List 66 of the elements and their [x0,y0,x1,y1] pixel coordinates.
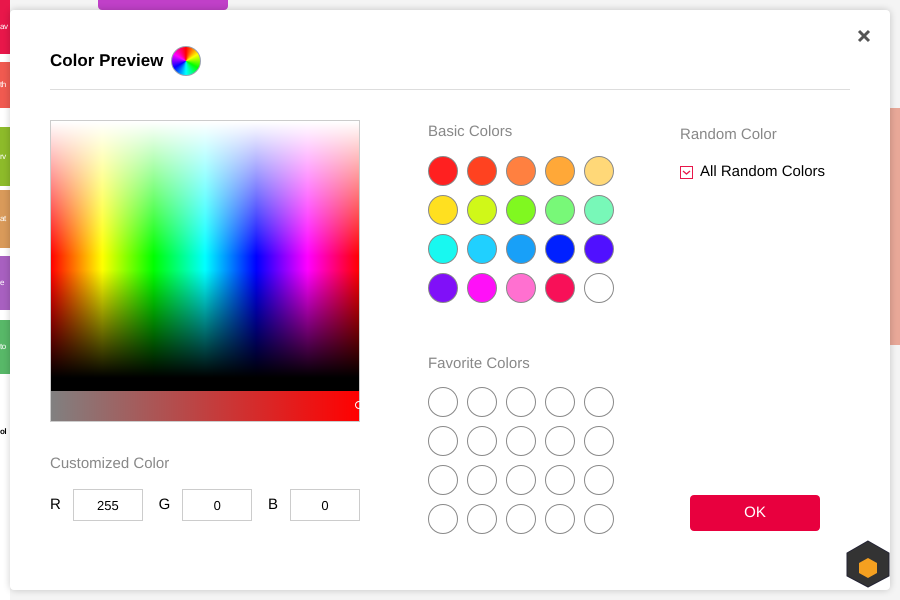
color-swatch[interactable] [584,273,614,303]
color-swatch[interactable] [506,234,536,264]
color-swatch[interactable] [584,195,614,225]
sidebar-tab[interactable]: rv [0,127,10,186]
section-label: Basic Colors [428,122,512,142]
sidebar-tab[interactable]: at [0,190,10,248]
color-swatch[interactable] [506,156,536,186]
empty-swatch[interactable] [584,465,614,495]
sidebar-tab[interactable]: th [0,62,10,108]
empty-swatch[interactable] [506,426,536,456]
section-label: Customized Color [50,454,170,474]
color-swatch[interactable] [467,273,497,303]
empty-swatch[interactable] [467,387,497,417]
color-swatch[interactable] [467,156,497,186]
color-swatch[interactable] [584,234,614,264]
section-label: Random Color [680,125,777,145]
empty-swatch[interactable] [506,387,536,417]
sidebar-tab[interactable]: av [0,0,10,54]
check-icon [682,168,691,176]
ok-button[interactable]: OK [690,495,820,531]
empty-swatch[interactable] [545,465,575,495]
color-swatch[interactable] [506,195,536,225]
color-swatch[interactable] [584,156,614,186]
channel-label: G [158,494,170,515]
empty-swatch[interactable] [428,426,458,456]
checkbox[interactable] [680,166,693,179]
color-swatch[interactable] [545,195,575,225]
color-swatch[interactable] [428,234,458,264]
empty-swatch[interactable] [428,465,458,495]
color-swatch[interactable] [428,195,458,225]
channel-label: B [268,494,278,515]
color-swatch[interactable] [428,156,458,186]
empty-swatch[interactable] [584,504,614,534]
empty-swatch[interactable] [584,387,614,417]
dialog-title: Color Preview [50,50,164,72]
empty-swatch[interactable] [506,504,536,534]
slider-thumb[interactable] [355,401,363,410]
section-label: Favorite Colors [428,354,530,374]
color-swatch[interactable] [506,273,536,303]
empty-swatch[interactable] [467,504,497,534]
color-spectrum[interactable] [51,121,359,392]
empty-swatch[interactable] [506,465,536,495]
empty-swatch[interactable] [545,387,575,417]
sidebar-tab[interactable]: e [0,256,10,310]
color-swatch[interactable] [467,195,497,225]
empty-swatch[interactable] [428,504,458,534]
empty-swatch[interactable] [467,465,497,495]
empty-swatch[interactable] [545,504,575,534]
empty-swatch[interactable] [584,426,614,456]
empty-swatch[interactable] [467,426,497,456]
sidebar-tab[interactable]: to [0,320,10,374]
channel-input[interactable]: 0 [182,489,252,521]
color-swatch[interactable] [545,234,575,264]
checkbox-label: All Random Colors [700,162,826,182]
empty-swatch[interactable] [428,387,458,417]
color-wheel-icon [171,46,202,76]
color-swatch[interactable] [545,156,575,186]
channel-input[interactable]: 255 [72,489,143,521]
color-swatch[interactable] [428,273,458,303]
color-swatch[interactable] [467,234,497,264]
channel-label: R [50,494,61,515]
sidebar-label: ol [0,426,6,438]
cube-icon [846,540,890,588]
channel-input[interactable]: 0 [290,489,360,521]
empty-swatch[interactable] [545,426,575,456]
color-swatch[interactable] [545,273,575,303]
